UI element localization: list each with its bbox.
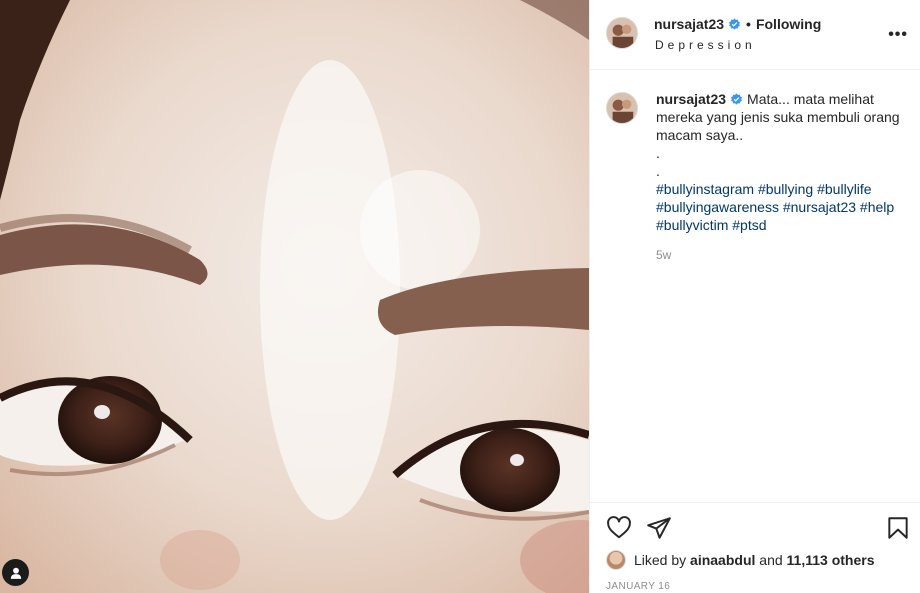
share-button[interactable] <box>646 515 672 541</box>
separator-dot: • <box>746 16 751 32</box>
user-tag-button[interactable] <box>2 559 29 586</box>
caption-avatar[interactable] <box>606 92 638 124</box>
caption: nursajat23 Mata... mata melihat mereka y… <box>590 70 920 262</box>
post-side-panel: nursajat23 • Following Depression ••• nu… <box>589 0 920 593</box>
likes-others-link[interactable]: 11,113 others <box>787 552 875 568</box>
hashtag-link[interactable]: #bullyinstagram <box>656 181 754 197</box>
hashtag-link[interactable]: #bullylife <box>817 181 871 197</box>
post-date[interactable]: JANUARY 16 <box>606 581 670 592</box>
heart-icon <box>607 516 631 539</box>
face-closeup-image <box>0 0 589 593</box>
likes-prefix: Liked by <box>634 552 687 568</box>
hashtag-link[interactable]: #help <box>860 199 894 215</box>
following-button[interactable]: Following <box>756 16 821 32</box>
hashtag-link[interactable]: #bullyvictim <box>656 217 728 233</box>
likes-conjunction: and <box>759 552 783 568</box>
avatar[interactable] <box>606 17 638 49</box>
verified-badge-icon <box>731 93 742 105</box>
hashtag-list: #bullyinstagram #bullying #bullylife #bu… <box>656 180 912 234</box>
liker-avatar[interactable] <box>606 550 626 570</box>
like-button[interactable] <box>606 515 632 541</box>
caption-body: nursajat23 Mata... mata melihat mereka y… <box>656 90 912 234</box>
verified-badge-icon <box>729 18 740 30</box>
caption-username-link[interactable]: nursajat23 <box>656 91 726 107</box>
hashtag-link[interactable]: #bullyingawareness <box>656 199 779 215</box>
bookmark-icon <box>888 517 908 539</box>
paper-plane-icon <box>647 517 671 539</box>
hashtag-link[interactable]: #bullying <box>758 181 813 197</box>
save-button[interactable] <box>885 515 911 541</box>
post-actions: Liked by ainaabdul and 11,113 others JAN… <box>590 502 920 593</box>
liker-username-link[interactable]: ainaabdul <box>690 552 755 568</box>
more-options-icon[interactable]: ••• <box>888 26 908 44</box>
hashtag-link[interactable]: #ptsd <box>732 217 766 233</box>
likes-summary: Liked by ainaabdul and 11,113 others <box>606 550 875 570</box>
caption-age[interactable]: 5w <box>656 248 904 262</box>
post-header: nursajat23 • Following Depression ••• <box>590 0 920 70</box>
username-link[interactable]: nursajat23 <box>654 16 724 32</box>
hashtag-link[interactable]: #nursajat23 <box>783 199 856 215</box>
location-link[interactable]: Depression <box>655 38 756 52</box>
post-image[interactable] <box>0 0 589 593</box>
user-tag-icon <box>10 567 21 579</box>
